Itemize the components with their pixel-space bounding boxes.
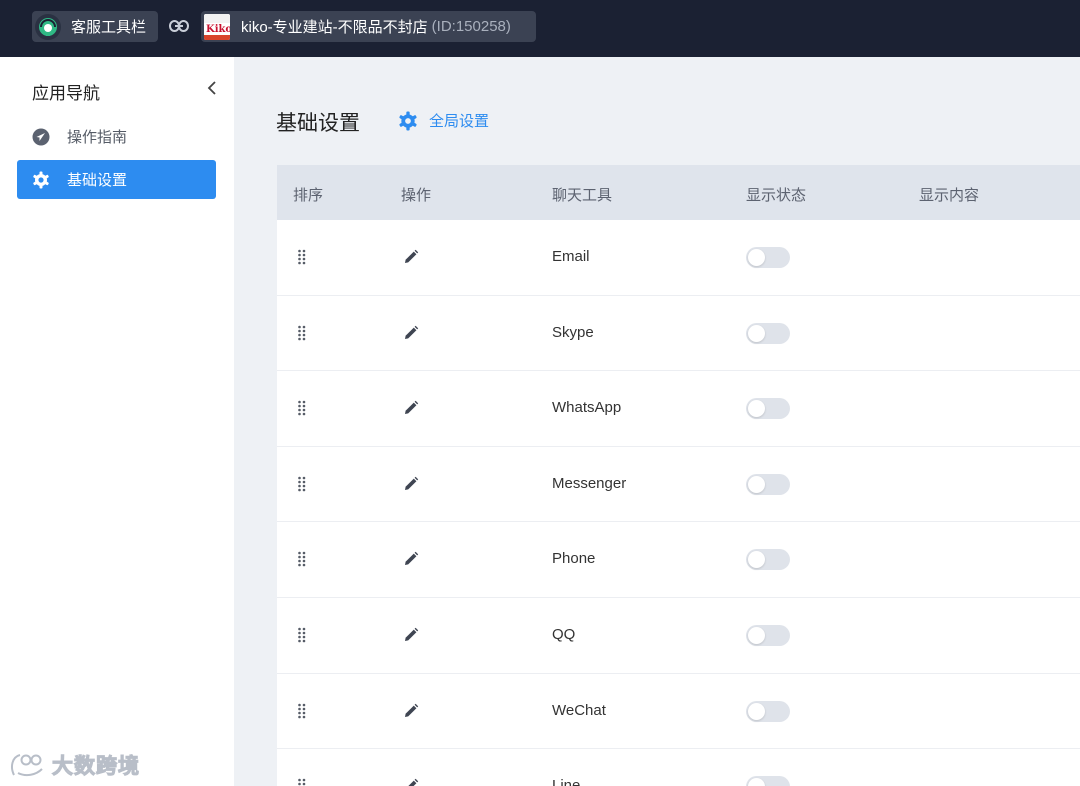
edit-pencil-icon[interactable] xyxy=(403,778,419,786)
display-status-toggle[interactable] xyxy=(746,624,790,646)
drag-handle-icon[interactable] xyxy=(297,400,307,416)
table-row: Line xyxy=(277,749,1080,786)
table-header: 排序 操作 聊天工具 显示状态 显示内容 xyxy=(277,165,1080,220)
toggle-knob xyxy=(748,702,765,720)
edit-pencil-icon[interactable] xyxy=(403,551,419,567)
edit-pencil-icon[interactable] xyxy=(403,476,419,492)
toggle-knob xyxy=(748,778,765,786)
chat-tool-name: Phone xyxy=(552,550,596,568)
sidebar-item-guide[interactable]: 操作指南 xyxy=(17,117,216,156)
display-status-toggle[interactable] xyxy=(746,473,790,495)
drag-handle-icon[interactable] xyxy=(297,778,307,786)
toggle-knob xyxy=(748,626,765,644)
app-name: 客服工具栏 xyxy=(71,19,147,36)
chat-tool-name: QQ xyxy=(552,625,576,643)
drag-handle-icon[interactable] xyxy=(297,551,307,567)
display-status-toggle[interactable] xyxy=(746,322,790,344)
table-row: QQ xyxy=(277,597,1080,674)
toggle-knob xyxy=(748,324,765,342)
sidebar-title: 应用导航 xyxy=(32,84,100,103)
drag-handle-icon[interactable] xyxy=(297,325,307,341)
chat-tool-name: Skype xyxy=(552,323,594,341)
chat-tool-name: Messenger xyxy=(552,474,627,492)
drag-handle-icon[interactable] xyxy=(297,627,307,643)
gear-icon xyxy=(31,170,51,190)
edit-pencil-icon[interactable] xyxy=(403,325,419,341)
edit-pencil-icon[interactable] xyxy=(403,703,419,719)
drag-handle-icon[interactable] xyxy=(297,703,307,719)
watermark-text: 大数跨境 xyxy=(52,755,140,779)
gear-icon xyxy=(399,111,417,130)
app-logo-icon xyxy=(35,13,61,40)
chevron-left-icon[interactable] xyxy=(204,78,220,98)
table-body: Email Skype WhatsApp Messenger Phone QQ … xyxy=(277,220,1080,786)
table-row: Phone xyxy=(277,522,1080,598)
store-id: (ID:150258) xyxy=(431,18,511,35)
display-status-toggle[interactable] xyxy=(746,247,790,268)
chat-tool-name: Email xyxy=(552,248,590,265)
top-bar: 客服工具栏 Kiko kiko-专业建站-不限品不封店 (ID:150258) xyxy=(0,0,1080,57)
table-row: WhatsApp xyxy=(277,371,1080,447)
chat-tool-name: WeChat xyxy=(552,701,606,719)
sidebar: 应用导航 操作指南 基础设置 xyxy=(0,57,234,786)
global-settings-label: 全局设置 xyxy=(429,113,490,130)
chat-tools-table: 排序 操作 聊天工具 显示状态 显示内容 Email Skype WhatsAp… xyxy=(277,165,1080,786)
column-header-sort: 排序 xyxy=(293,187,324,204)
edit-pencil-icon[interactable] xyxy=(403,400,419,416)
column-header-display-status: 显示状态 xyxy=(746,187,807,204)
display-status-toggle[interactable] xyxy=(746,398,790,420)
global-settings-link[interactable]: 全局设置 xyxy=(398,110,489,131)
column-header-display-content: 显示内容 xyxy=(919,187,980,204)
toggle-knob xyxy=(748,475,765,493)
sidebar-item-basic-settings[interactable]: 基础设置 xyxy=(17,160,216,199)
edit-pencil-icon[interactable] xyxy=(403,627,419,643)
store-logo: Kiko xyxy=(204,13,230,40)
toggle-knob xyxy=(748,551,765,569)
edit-pencil-icon[interactable] xyxy=(403,249,419,265)
store-name: kiko-专业建站-不限品不封店 xyxy=(241,19,428,36)
table-row: Skype xyxy=(277,295,1080,372)
column-header-action: 操作 xyxy=(401,187,432,204)
link-icon xyxy=(168,15,190,37)
drag-handle-icon[interactable] xyxy=(297,249,307,265)
app-switcher[interactable]: 客服工具栏 xyxy=(32,11,158,42)
display-status-toggle[interactable] xyxy=(746,776,790,786)
column-header-chat-tool: 聊天工具 xyxy=(552,187,613,204)
table-row: Email xyxy=(277,220,1080,296)
page-title: 基础设置 xyxy=(276,112,360,135)
table-row: Messenger xyxy=(277,446,1080,523)
drag-handle-icon[interactable] xyxy=(297,476,307,492)
chat-tool-name: WhatsApp xyxy=(552,399,622,417)
watermark: 大数跨境 xyxy=(8,750,140,780)
display-status-toggle[interactable] xyxy=(746,700,790,722)
sidebar-item-label: 基础设置 xyxy=(67,172,128,189)
toggle-knob xyxy=(748,400,765,418)
sidebar-item-label: 操作指南 xyxy=(67,129,128,146)
store-selector[interactable]: Kiko kiko-专业建站-不限品不封店 (ID:150258) xyxy=(201,11,536,42)
navigation-arrow-icon xyxy=(31,127,51,147)
toggle-knob xyxy=(748,249,765,266)
display-status-toggle[interactable] xyxy=(746,549,790,571)
table-row: WeChat xyxy=(277,673,1080,750)
chat-tool-name: Line xyxy=(552,777,581,786)
watermark-logo-icon xyxy=(11,754,43,777)
